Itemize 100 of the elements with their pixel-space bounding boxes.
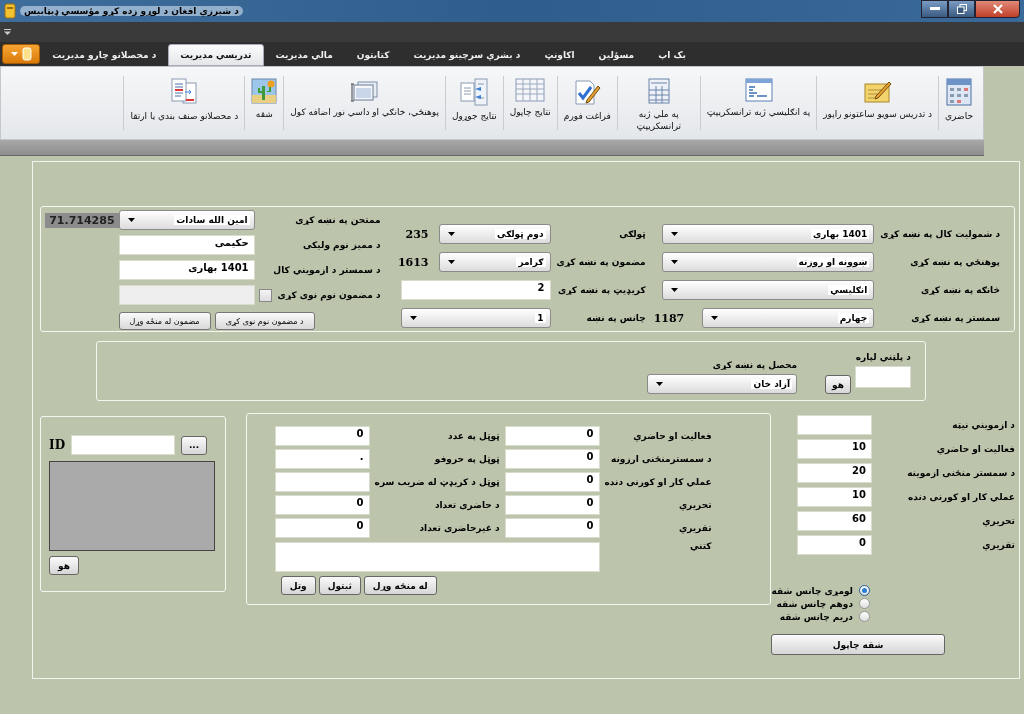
field-label: کتني [688,541,712,551]
browse-button[interactable]: ... [181,435,208,455]
caret-icon [656,382,664,386]
documents-arrows-icon [460,78,489,106]
field-label: د شموليت کال په نښه کړی [880,229,1000,239]
ribbon-button[interactable]: د محصلانو صنف بندي يا ارتقا [126,70,243,136]
text-field[interactable]: 0 [504,472,600,492]
search-button[interactable]: هو [825,375,851,394]
field-label: ټوټل په حروفو [433,454,500,464]
dropdown[interactable]: 1 [400,308,551,328]
tab[interactable]: د محصلانو چارو مديريت [40,44,169,66]
ribbon-button[interactable]: پوهنځي، خانګي او داسي نور اضافه کول [286,70,443,136]
text-field[interactable]: 0 [797,535,872,555]
form-button[interactable]: د مضمون نوم نوی کړی [214,312,315,330]
text-field[interactable] [797,415,872,435]
dropdown[interactable]: چهارم [702,308,875,328]
dropdown[interactable]: انګليسي [662,280,875,300]
text-field[interactable]: 2 [400,280,551,300]
field-label: د پلټني لپاره [855,352,911,362]
ribbon-button[interactable]: نتايج جوړول [447,70,501,136]
dropdown[interactable]: ښوونه او روزنه [662,252,875,272]
field-label: ټولګی [618,229,646,239]
window-list-icon [744,78,773,102]
text-field[interactable]: 0 [504,518,600,538]
field-label: د سمسترمنځنی ارزونه [610,454,712,464]
text-field[interactable]: 20 [797,463,872,483]
field-label: د حاضری تعداد [433,500,500,510]
caret-icon [409,316,417,320]
text-field[interactable]: 1401 بهاری [118,260,255,280]
text-field[interactable]: 10 [797,487,872,507]
dropdown[interactable]: ګرامر [438,252,551,272]
field-label: فعاليت او حاضري [632,431,712,441]
id-field[interactable] [71,435,176,455]
radio-button[interactable] [859,585,870,596]
photo-button[interactable]: هو [49,556,79,575]
text-field[interactable]: 0 [274,426,370,446]
text-field[interactable]: 60 [797,511,872,531]
count-label: 1187 [653,311,685,325]
minimize-button[interactable] [921,0,948,18]
field-label: پوهنځي په نښه کړی [909,257,1000,267]
field-label: د مميز نوم وليکی [302,240,381,250]
search-field[interactable] [855,366,911,388]
window-title: د شيرزي افغان د لوړو زده کړو مؤسسي ډيټابيس [20,6,243,16]
ribbon-button[interactable]: په ملي ژبه ترانسکريپټ [619,70,698,136]
restore-icon [956,4,967,14]
ribbon-button[interactable]: د تدريس سويو ساعتونو راپور [819,70,937,136]
tab[interactable]: بک اپ [646,44,698,66]
app-icon [4,3,16,19]
radio-label: دريم چانس شقه [779,611,853,622]
text-field[interactable]: . [274,449,370,469]
dropdown[interactable]: آزاد خان [647,374,798,394]
text-field[interactable]: 10 [797,439,872,459]
dropdown[interactable]: 1401 بهاری [662,224,875,244]
ribbon-button[interactable]: حاضري [941,70,977,136]
field-label: ID [49,438,66,452]
radio-label: دوهم چانس شقه [776,598,853,609]
text-field[interactable]: 0 [504,449,600,469]
field-label: عملي کار او کورنی دنده [906,492,1015,502]
form-button[interactable]: ثبتول [318,576,361,595]
tab[interactable]: مسؤلين [586,44,647,66]
customize-icon[interactable] [4,29,11,35]
text-field[interactable]: حکيمی [118,235,255,255]
remarks-field[interactable] [274,542,600,572]
ribbon-button[interactable]: په انګليسي ژبه ترانسکريپټ [702,70,815,136]
field-label: سمستر په نښه کړی [910,313,1000,323]
ribbon-button[interactable]: نتايج چاپول [505,70,555,136]
radio-button[interactable] [859,598,870,609]
tab[interactable]: اکاونټ [532,44,587,66]
ribbon-button[interactable]: فراغت فورم [559,70,615,136]
app-menu-button[interactable] [2,44,40,64]
form-button[interactable]: وتل [280,576,316,595]
radio-button[interactable] [859,611,870,622]
form-button[interactable]: له منځه وړل [363,576,437,595]
calendar-icon [946,78,972,106]
field-label: څانګه په نښه کړی [920,285,1000,295]
field-label: تقريري [981,540,1015,550]
tab[interactable]: تدريسي مديريت [168,44,264,66]
close-icon [992,4,1003,14]
text-field[interactable]: 0 [504,426,600,446]
caret-icon [671,288,679,292]
caret-icon [447,232,455,236]
text-field[interactable]: 0 [504,495,600,515]
tab[interactable]: کتابتون [344,44,402,66]
text-field[interactable] [274,472,370,492]
tab[interactable]: مالي مديريت [263,44,345,66]
field-label: ټوټل د کريډټ له ضريب سره [374,477,500,487]
text-field[interactable]: 0 [274,495,370,515]
maximize-button[interactable] [948,0,975,18]
text-field[interactable]: 0 [274,518,370,538]
close-button[interactable] [975,0,1020,18]
dropdown[interactable]: دوم ټولګی [438,224,551,244]
count-label: 235 [404,227,429,241]
tab[interactable]: د بشري سرچينو مديريت [401,44,533,66]
cylinder-icon [21,47,32,61]
print-button[interactable]: شقه چاپول [771,634,945,655]
ribbon-button[interactable]: شقه [247,70,282,136]
table-icon [647,78,670,104]
form-button[interactable]: مضمون له منځه وړل [118,312,211,330]
dropdown[interactable]: امين الله سادات [118,210,255,230]
minimize-icon [929,7,940,11]
